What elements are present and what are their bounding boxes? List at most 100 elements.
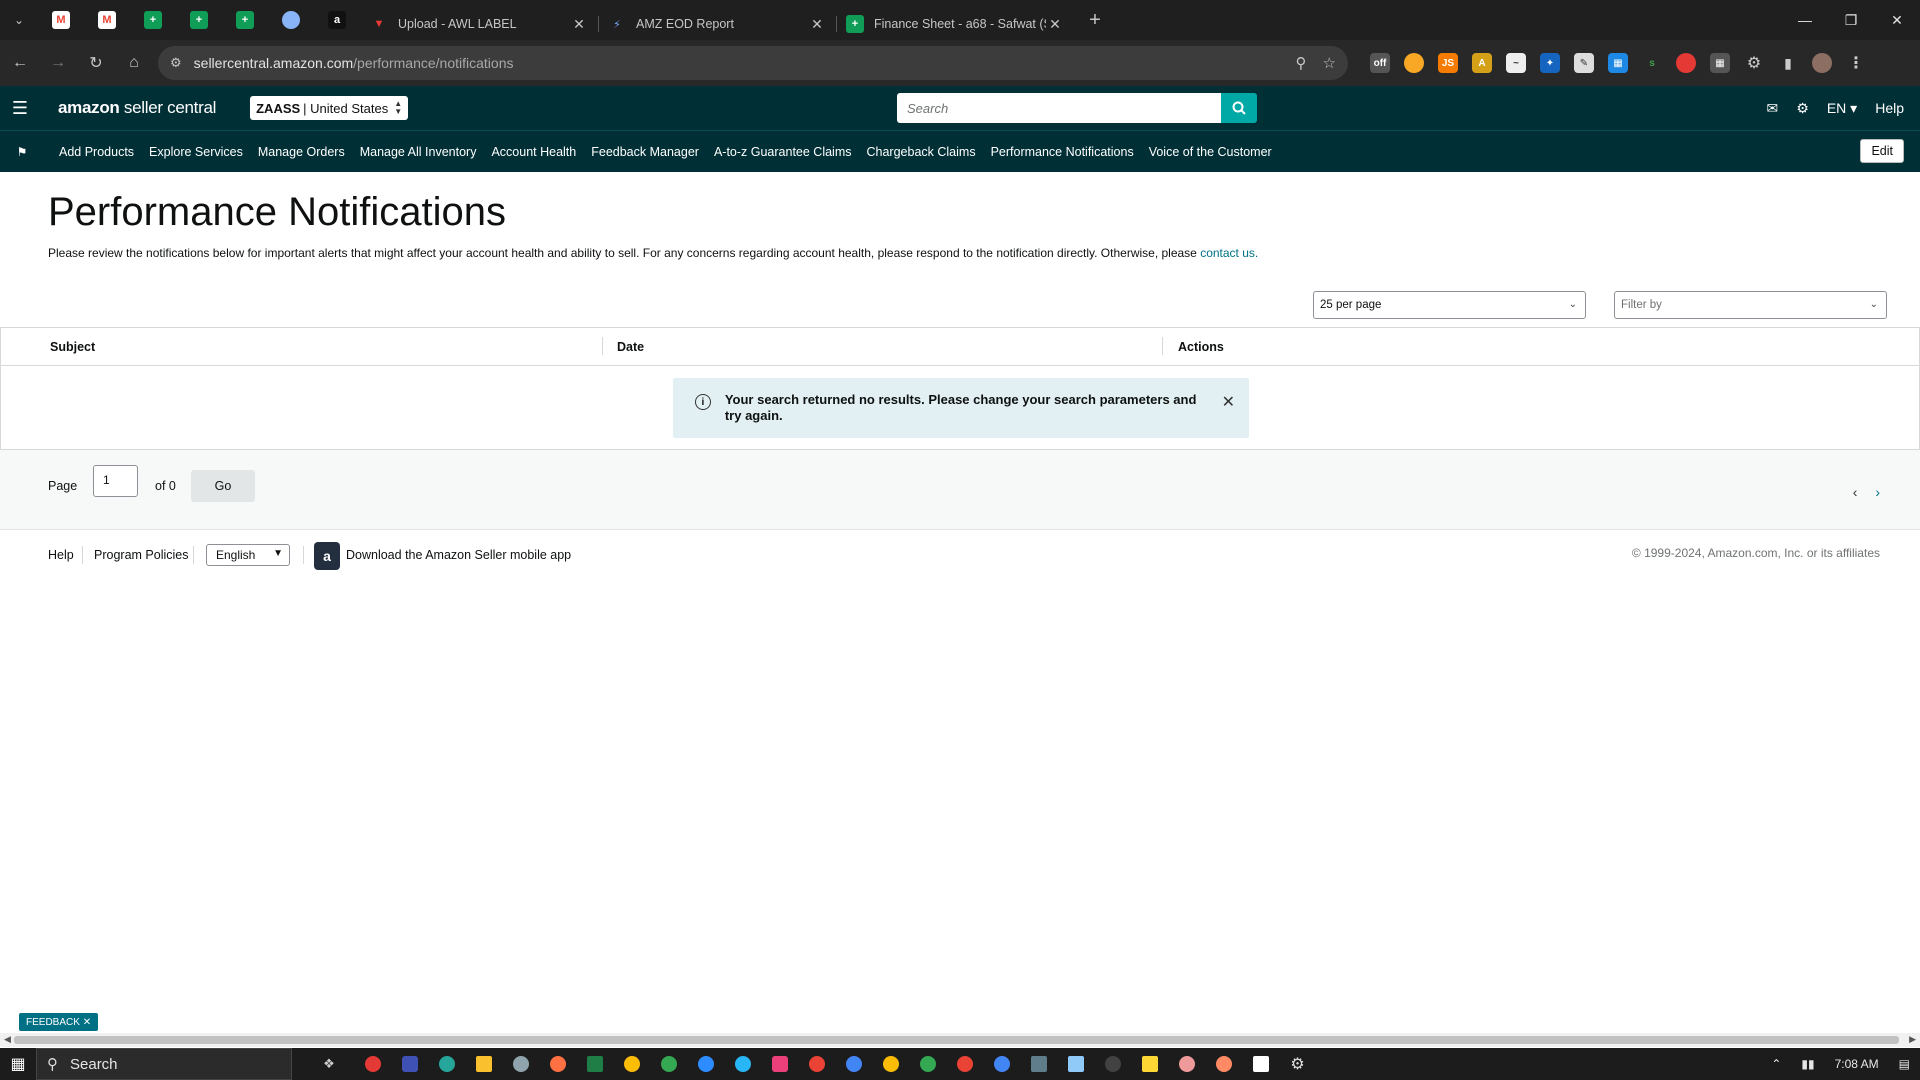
profile-avatar[interactable] [1812, 53, 1832, 73]
close-tab-icon[interactable]: ✕ [808, 16, 826, 33]
extension-note-icon[interactable]: ✎ [1574, 53, 1594, 73]
address-bar[interactable]: ⚙ sellercentral.amazon.com/performance/n… [158, 46, 1348, 80]
nav-feedback-manager[interactable]: Feedback Manager [591, 145, 699, 159]
page-number-input[interactable]: 1 [93, 465, 138, 497]
site-info-icon[interactable]: ⚙ [170, 55, 182, 71]
chrome-icon[interactable] [613, 1048, 650, 1080]
extension-pokeball-icon[interactable] [1676, 53, 1696, 73]
pinned-tab-sheets-2[interactable]: + [176, 0, 222, 40]
close-window-icon[interactable]: ✕ [1874, 0, 1920, 40]
close-alert-icon[interactable]: ✕ [1222, 392, 1235, 438]
app-check-icon[interactable] [1242, 1048, 1279, 1080]
notepad-icon[interactable] [1057, 1048, 1094, 1080]
footer-help-link[interactable]: Help [48, 548, 74, 562]
chrome-icon[interactable] [835, 1048, 872, 1080]
extension-orange-circle-icon[interactable] [1404, 53, 1424, 73]
scrollbar-thumb[interactable] [14, 1036, 1899, 1044]
column-header-subject[interactable]: Subject [50, 340, 95, 354]
edge-icon[interactable] [428, 1048, 465, 1080]
chrome-icon[interactable] [946, 1048, 983, 1080]
app-store-icon[interactable] [391, 1048, 428, 1080]
file-explorer-icon[interactable] [465, 1048, 502, 1080]
firefox-icon[interactable] [539, 1048, 576, 1080]
pinned-tab-gmail-1[interactable]: M [38, 0, 84, 40]
nav-manage-orders[interactable]: Manage Orders [258, 145, 345, 159]
scroll-right-icon[interactable]: ▶ [1909, 1034, 1916, 1045]
app-red-icon[interactable] [354, 1048, 391, 1080]
mail-icon[interactable]: ✉ [1767, 100, 1779, 117]
bookmark-star-icon[interactable]: ☆ [1323, 54, 1336, 72]
horizontal-scrollbar[interactable]: ◀ ▶ [0, 1033, 1920, 1047]
notifications-icon[interactable]: ▤ [1899, 1057, 1910, 1071]
battery-icon[interactable]: ▮▮ [1801, 1057, 1814, 1071]
tab-finance-sheet[interactable]: + Finance Sheet - a68 - Safwat (S ✕ [836, 8, 1074, 40]
restore-icon[interactable]: ❐ [1828, 0, 1874, 40]
paint-icon[interactable] [1205, 1048, 1242, 1080]
search-button[interactable] [1221, 93, 1257, 123]
filter-by-select[interactable]: Filter by ⌄ [1614, 291, 1887, 319]
close-tab-icon[interactable]: ✕ [1046, 16, 1064, 33]
tab-search-chevron-icon[interactable]: ⌄ [0, 0, 38, 40]
pinned-tab-sheets-1[interactable]: + [130, 0, 176, 40]
tray-chevron-up-icon[interactable]: ⌃ [1771, 1057, 1781, 1071]
extension-js-icon[interactable]: JS [1438, 53, 1458, 73]
seller-search-input[interactable]: Search [897, 93, 1221, 123]
amazon-seller-app-icon[interactable]: a [314, 542, 340, 570]
nav-manage-all-inventory[interactable]: Manage All Inventory [360, 145, 477, 159]
extension-a-icon[interactable]: A [1472, 53, 1492, 73]
app-yellow-square-icon[interactable] [1131, 1048, 1168, 1080]
next-page-icon[interactable]: › [1875, 484, 1880, 500]
chrome-icon[interactable] [909, 1048, 946, 1080]
home-icon[interactable]: ⌂ [116, 45, 152, 81]
scroll-left-icon[interactable]: ◀ [4, 1034, 11, 1045]
app-dark-circle-icon[interactable] [1094, 1048, 1131, 1080]
chrome-icon[interactable] [983, 1048, 1020, 1080]
pinned-tab-gmail-2[interactable]: M [84, 0, 130, 40]
reload-icon[interactable]: ↻ [78, 45, 114, 81]
tab-eod-report[interactable]: ⚡ AMZ EOD Report ✕ [598, 8, 836, 40]
minimize-icon[interactable]: — [1782, 0, 1828, 40]
go-button[interactable]: Go [191, 470, 255, 502]
pinned-tab-amazon[interactable]: a [314, 0, 360, 40]
forward-arrow-icon[interactable]: → [40, 45, 76, 81]
tab-awl-label[interactable]: ▼ Upload - AWL LABEL ✕ [360, 8, 598, 40]
steam-icon[interactable] [502, 1048, 539, 1080]
app-pink-icon[interactable] [761, 1048, 798, 1080]
bookmark-icon[interactable]: ⚑ [0, 145, 44, 159]
clock-time[interactable]: 7:08 AM [1835, 1057, 1879, 1071]
settings-gear-icon[interactable]: ⚙ [1279, 1048, 1316, 1080]
browser-menu-icon[interactable]: ⋮ [1846, 53, 1866, 73]
excel-icon[interactable] [576, 1048, 613, 1080]
chrome-icon[interactable] [798, 1048, 835, 1080]
previous-page-icon[interactable]: ‹ [1853, 484, 1858, 500]
telegram-icon[interactable] [724, 1048, 761, 1080]
extension-off-icon[interactable]: off [1370, 53, 1390, 73]
footer-language-select[interactable]: English ▼ [206, 544, 290, 566]
nav-add-products[interactable]: Add Products [59, 145, 134, 159]
close-icon[interactable]: ✕ [83, 1017, 91, 1028]
extension-s-icon[interactable]: s [1642, 53, 1662, 73]
help-link[interactable]: Help [1875, 100, 1904, 116]
new-tab-button[interactable]: + [1080, 5, 1110, 35]
nav-account-health[interactable]: Account Health [491, 145, 576, 159]
extension-dashed-icon[interactable]: ~ [1506, 53, 1526, 73]
extension-blue-gear-icon[interactable]: ✦ [1540, 53, 1560, 73]
calculator-icon[interactable] [1020, 1048, 1057, 1080]
footer-program-policies-link[interactable]: Program Policies [94, 548, 188, 562]
footer-app-download-link[interactable]: Download the Amazon Seller mobile app [346, 548, 571, 562]
taskbar-search-box[interactable]: ⚲ Search [36, 1048, 292, 1080]
seller-central-logo[interactable]: amazon seller central [58, 98, 216, 118]
snipping-tool-icon[interactable] [1168, 1048, 1205, 1080]
settings-gear-icon[interactable]: ⚙ [1796, 100, 1809, 117]
zoom-magnifier-icon[interactable]: ⚲ [1296, 54, 1307, 72]
pinned-tab-globe[interactable] [268, 0, 314, 40]
chrome-icon[interactable] [872, 1048, 909, 1080]
edit-nav-button[interactable]: Edit [1860, 139, 1904, 163]
close-tab-icon[interactable]: ✕ [570, 16, 588, 33]
nav-a-to-z-claims[interactable]: A-to-z Guarantee Claims [714, 145, 852, 159]
chrome-icon[interactable] [650, 1048, 687, 1080]
nav-performance-notifications[interactable]: Performance Notifications [991, 145, 1134, 159]
zoom-icon[interactable] [687, 1048, 724, 1080]
eagle-widget-icon[interactable]: ❖ [304, 1048, 354, 1080]
side-panel-icon[interactable]: ▮ [1778, 53, 1798, 73]
